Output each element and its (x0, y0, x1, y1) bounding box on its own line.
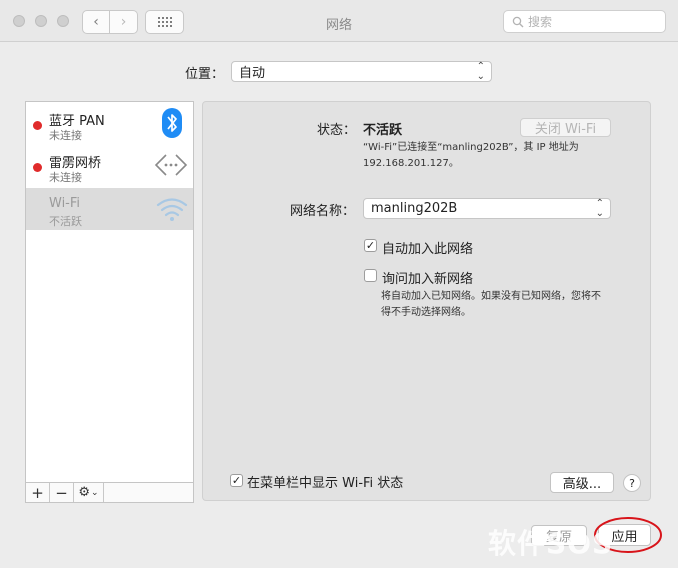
show-in-menubar-label: 在菜单栏中显示 Wi-Fi 状态 (247, 476, 404, 491)
gear-icon: ⚙ (78, 485, 91, 500)
location-label: 位置： (185, 67, 225, 82)
status-dot-icon (33, 121, 42, 130)
service-item-wifi[interactable]: Wi-Fi 不活跃 (26, 188, 193, 230)
service-name: Wi-Fi (49, 196, 81, 211)
watermark: 软件SOS (488, 527, 614, 560)
up-down-arrows-icon: ⌃ ⌄ (595, 197, 604, 219)
checkmark-icon: ✓ (231, 474, 242, 487)
remove-service-button[interactable]: − (50, 483, 74, 502)
status-description-line: 192.168.201.127。 (363, 158, 459, 169)
plus-icon: + (31, 483, 44, 502)
ask-join-checkbox[interactable] (364, 269, 377, 282)
status-label: 状态： (317, 123, 357, 138)
service-item-bluetooth-pan[interactable]: 蓝牙 PAN 未连接 (26, 102, 193, 144)
chevron-down-icon: ⌄ (91, 487, 99, 498)
ask-join-description-line: 将自动加入已知网络。如果没有已知网络，您将不 (381, 291, 601, 302)
help-button[interactable]: ? (623, 474, 641, 492)
auto-join-checkbox[interactable]: ✓ (364, 239, 377, 252)
search-placeholder: 搜索 (528, 15, 553, 29)
service-actions-button[interactable]: ⚙ ⌄ (74, 483, 104, 502)
thunderbolt-bridge-icon (154, 154, 188, 176)
service-list: 蓝牙 PAN 未连接 雷雳网桥 未连接 Wi-Fi 不活跃 (25, 101, 194, 483)
show-in-menubar-checkbox[interactable]: ✓ (230, 474, 243, 487)
status-dot-icon (33, 163, 42, 172)
service-status: 不活跃 (49, 215, 82, 228)
service-status: 未连接 (49, 171, 82, 184)
advanced-button[interactable]: 高级... (550, 472, 614, 493)
ask-join-description: 将自动加入已知网络。如果没有已知网络，您将不 得不手动选择网络。 (381, 289, 601, 321)
search-icon (512, 16, 524, 27)
ask-join-description-line: 得不手动选择网络。 (381, 307, 471, 318)
turn-off-wifi-button[interactable]: 关闭 Wi-Fi (520, 118, 611, 137)
status-description-line: “Wi-Fi”已连接至“manling202B”，其 IP 地址为 (363, 142, 579, 153)
minus-icon: − (55, 483, 68, 502)
service-status: 未连接 (49, 129, 82, 142)
ask-join-label: 询问加入新网络 (382, 272, 474, 287)
wifi-icon (156, 198, 188, 221)
service-list-toolbar: + − ⚙ ⌄ (25, 483, 194, 503)
up-down-arrows-icon: ⌃ ⌄ (476, 60, 485, 82)
add-service-button[interactable]: + (26, 483, 50, 502)
status-value: 不活跃 (363, 123, 403, 138)
service-item-thunderbolt-bridge[interactable]: 雷雳网桥 未连接 (26, 144, 193, 186)
location-value: 自动 (239, 66, 266, 81)
search-field[interactable]: 搜索 (503, 10, 666, 33)
network-name-label: 网络名称： (290, 204, 356, 219)
network-name-select[interactable]: manling202B ⌃ ⌄ (363, 198, 611, 219)
bluetooth-icon (162, 108, 182, 138)
network-name-value: manling202B (371, 201, 458, 216)
checkmark-icon: ✓ (365, 239, 376, 252)
auto-join-label: 自动加入此网络 (382, 242, 474, 257)
status-description: “Wi-Fi”已连接至“manling202B”，其 IP 地址为 192.16… (363, 140, 579, 172)
location-select[interactable]: 自动 ⌃ ⌄ (231, 61, 492, 82)
